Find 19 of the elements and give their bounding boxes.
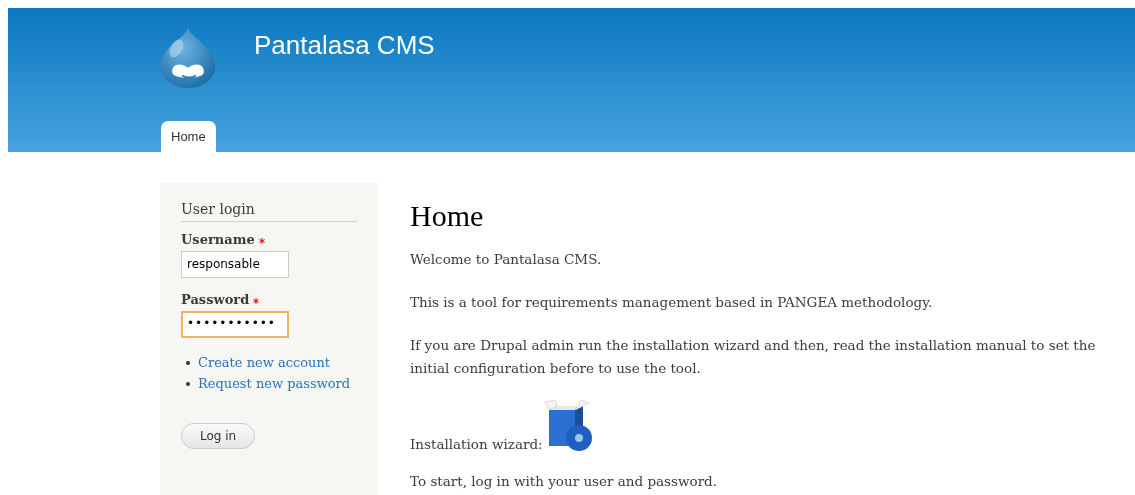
input-field[interactable]: responsable [181, 251, 289, 278]
page-title: Home [410, 199, 485, 233]
login-button[interactable]: Log in [181, 423, 256, 449]
field-label: Password [181, 292, 250, 307]
paragraph: This is a tool for requirements management based in PANGEA methodology. [410, 293, 934, 312]
nav-tab[interactable]: Home [161, 121, 216, 152]
paragraph: If you are Drupal admin run the installation wizard and then, read the installation manual to set the initial configuration before to use the tool. [410, 336, 1097, 378]
paragraph: Welcome to Pantalasa CMS. [410, 250, 603, 269]
block-title: User login [181, 201, 357, 222]
site-name: Pantalasa CMS [254, 29, 435, 61]
account-link[interactable]: Request new password [198, 376, 351, 391]
input-field[interactable]: ••••••••••• [181, 311, 289, 338]
account-link[interactable]: Create new account [198, 355, 331, 370]
bullet-icon [186, 381, 190, 386]
bullet-icon [186, 360, 190, 365]
field-label: Username [181, 232, 255, 247]
software-box-icon[interactable] [544, 400, 593, 452]
paragraph: To start, log in with your user and password. [410, 472, 719, 491]
wizard-label: Installation wizard: [410, 436, 543, 452]
